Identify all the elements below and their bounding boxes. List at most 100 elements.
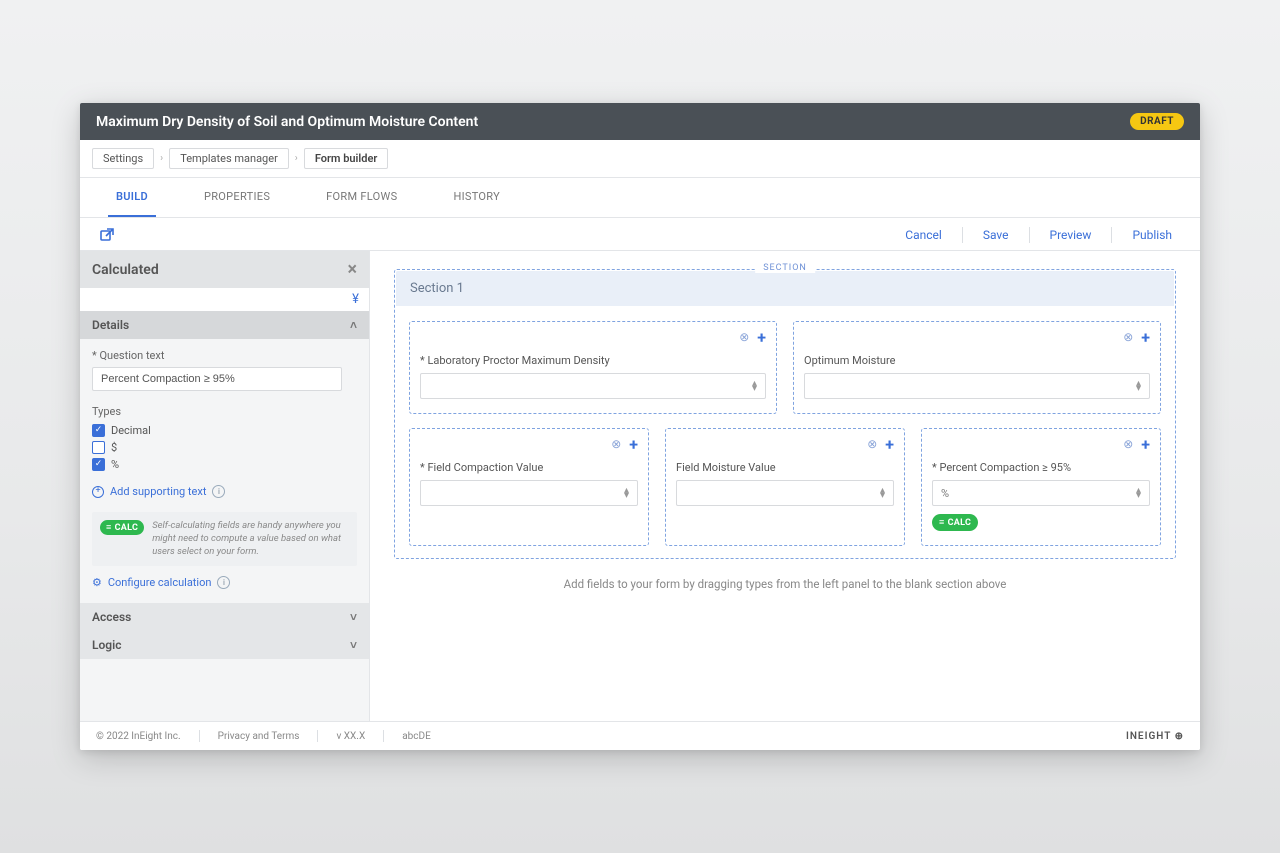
close-icon[interactable]: × xyxy=(347,259,357,280)
delete-icon[interactable]: ⊗ xyxy=(611,437,621,453)
plus-icon[interactable]: + xyxy=(885,437,894,453)
tab-properties[interactable]: PROPERTIES xyxy=(196,178,278,217)
tab-history[interactable]: HISTORY xyxy=(445,178,508,217)
tab-form-flows[interactable]: FORM FLOWS xyxy=(318,178,405,217)
field-input[interactable]: ▴▾ xyxy=(420,480,638,506)
type-decimal-row[interactable]: Decimal xyxy=(92,424,357,437)
publish-button[interactable]: Publish xyxy=(1120,224,1184,246)
chevron-right-icon: › xyxy=(160,153,163,164)
delete-icon[interactable]: ⊗ xyxy=(867,437,877,453)
type-percent-row[interactable]: % xyxy=(92,458,357,471)
save-button[interactable]: Save xyxy=(971,224,1021,246)
delete-icon[interactable]: ⊗ xyxy=(739,330,749,346)
calc-badge: ≡ CALC xyxy=(100,520,144,535)
form-actions: Cancel Save Preview Publish xyxy=(893,224,1184,246)
brand-text: INEIGHT xyxy=(1126,731,1171,742)
delete-icon[interactable]: ⊗ xyxy=(1123,437,1133,453)
checkbox-icon xyxy=(92,424,105,437)
plus-icon[interactable]: + xyxy=(1141,437,1150,453)
field-row-1: ⊗ + * Laboratory Proctor Maximum Density… xyxy=(395,307,1175,414)
brand-icon: ⊕ xyxy=(1175,731,1184,742)
chevron-down-icon: ˅ xyxy=(350,610,357,624)
divider xyxy=(383,730,384,742)
delete-icon[interactable]: ⊗ xyxy=(1123,330,1133,346)
divider xyxy=(1029,227,1030,243)
collapse-icon[interactable]: ¥ xyxy=(80,288,369,311)
field-card-percent-compaction[interactable]: ⊗ + * Percent Compaction ≥ 95% % ▴▾ ≡ CA… xyxy=(921,428,1161,546)
stepper-icon[interactable]: ▴▾ xyxy=(1136,381,1141,391)
stepper-icon[interactable]: ▴▾ xyxy=(624,488,629,498)
tab-build[interactable]: BUILD xyxy=(108,178,156,217)
divider xyxy=(317,730,318,742)
field-card-moisture-value[interactable]: ⊗ + Field Moisture Value ▴▾ xyxy=(665,428,905,546)
brand-logo: INEIGHT ⊕ xyxy=(1126,731,1184,742)
plus-icon[interactable]: + xyxy=(629,437,638,453)
cancel-button[interactable]: Cancel xyxy=(893,224,954,246)
field-label: * Percent Compaction ≥ 95% xyxy=(932,461,1150,474)
footer: © 2022 InEight Inc. Privacy and Terms v … xyxy=(80,721,1200,750)
gear-icon: ⚙ xyxy=(92,576,102,589)
question-text-input[interactable] xyxy=(92,367,342,391)
info-icon[interactable]: i xyxy=(212,485,225,498)
preview-button[interactable]: Preview xyxy=(1038,224,1104,246)
canvas-hint: Add fields to your form by dragging type… xyxy=(394,559,1176,595)
section-title[interactable]: Section 1 xyxy=(396,271,1174,306)
type-dollar-row[interactable]: $ xyxy=(92,441,357,454)
field-input[interactable]: ▴▾ xyxy=(676,480,894,506)
field-card-lab-proctor[interactable]: ⊗ + * Laboratory Proctor Maximum Density… xyxy=(409,321,777,414)
panel-title-bar: Calculated × xyxy=(80,251,369,288)
status-badge: DRAFT xyxy=(1130,113,1184,130)
link-text: Configure calculation xyxy=(108,576,212,589)
field-card-optimum-moisture[interactable]: ⊗ + Optimum Moisture ▴▾ xyxy=(793,321,1161,414)
field-card-compaction-value[interactable]: ⊗ + * Field Compaction Value ▴▾ xyxy=(409,428,649,546)
accordion-label: Logic xyxy=(92,638,121,652)
stepper-icon[interactable]: ▴▾ xyxy=(752,381,757,391)
plus-icon[interactable]: + xyxy=(757,330,766,346)
types-label: Types xyxy=(92,405,357,418)
divider xyxy=(1111,227,1112,243)
field-input[interactable]: % ▴▾ xyxy=(932,480,1150,506)
chevron-up-icon: ˄ xyxy=(350,318,357,332)
field-row-2: ⊗ + * Field Compaction Value ▴▾ ⊗ + xyxy=(395,414,1175,546)
stepper-icon[interactable]: ▴▾ xyxy=(880,488,885,498)
accordion-label: Access xyxy=(92,610,131,624)
section-tag: SECTION xyxy=(755,263,815,273)
checkbox-icon xyxy=(92,458,105,471)
field-input[interactable]: ▴▾ xyxy=(804,373,1150,399)
calc-badge-text: CALC xyxy=(948,518,972,528)
main-area: Calculated × ¥ Details ˄ * Question text… xyxy=(80,251,1200,721)
privacy-link[interactable]: Privacy and Terms xyxy=(218,731,300,742)
external-link-icon[interactable] xyxy=(96,224,118,246)
add-supporting-text-link[interactable]: + Add supporting text i xyxy=(92,485,357,498)
divider xyxy=(199,730,200,742)
stepper-icon[interactable]: ▴▾ xyxy=(1136,488,1141,498)
breadcrumb-form-builder[interactable]: Form builder xyxy=(304,148,389,169)
configure-calculation-link[interactable]: ⚙ Configure calculation i xyxy=(92,576,357,589)
type-name: Decimal xyxy=(111,424,151,437)
breadcrumb-templates[interactable]: Templates manager xyxy=(169,148,289,169)
field-label: * Field Compaction Value xyxy=(420,461,638,474)
copyright: © 2022 InEight Inc. xyxy=(96,731,181,742)
info-icon[interactable]: i xyxy=(217,576,230,589)
plus-circle-icon: + xyxy=(92,486,104,498)
accordion-label: Details xyxy=(92,318,129,332)
field-editor-sidebar: Calculated × ¥ Details ˄ * Question text… xyxy=(80,251,370,721)
version: v XX.X xyxy=(336,731,365,742)
page-title: Maximum Dry Density of Soil and Optimum … xyxy=(96,114,478,130)
field-input[interactable]: ▴▾ xyxy=(420,373,766,399)
checkbox-icon xyxy=(92,441,105,454)
field-label: Field Moisture Value xyxy=(676,461,894,474)
breadcrumb-settings[interactable]: Settings xyxy=(92,148,154,169)
title-bar: Maximum Dry Density of Soil and Optimum … xyxy=(80,103,1200,140)
form-section: SECTION Section 1 ⊗ + * Laboratory Proct… xyxy=(394,269,1176,559)
type-name: $ xyxy=(111,441,117,454)
accordion-details[interactable]: Details ˄ xyxy=(80,311,369,339)
calc-note-text: Self-calculating fields are handy anywhe… xyxy=(152,520,349,558)
field-label: * Laboratory Proctor Maximum Density xyxy=(420,354,766,367)
accordion-logic[interactable]: Logic ˅ xyxy=(80,631,369,659)
calc-badge-text: CALC xyxy=(115,523,139,533)
plus-icon[interactable]: + xyxy=(1141,330,1150,346)
chevron-right-icon: › xyxy=(295,153,298,164)
accordion-access[interactable]: Access ˅ xyxy=(80,603,369,631)
type-name: % xyxy=(111,458,119,471)
